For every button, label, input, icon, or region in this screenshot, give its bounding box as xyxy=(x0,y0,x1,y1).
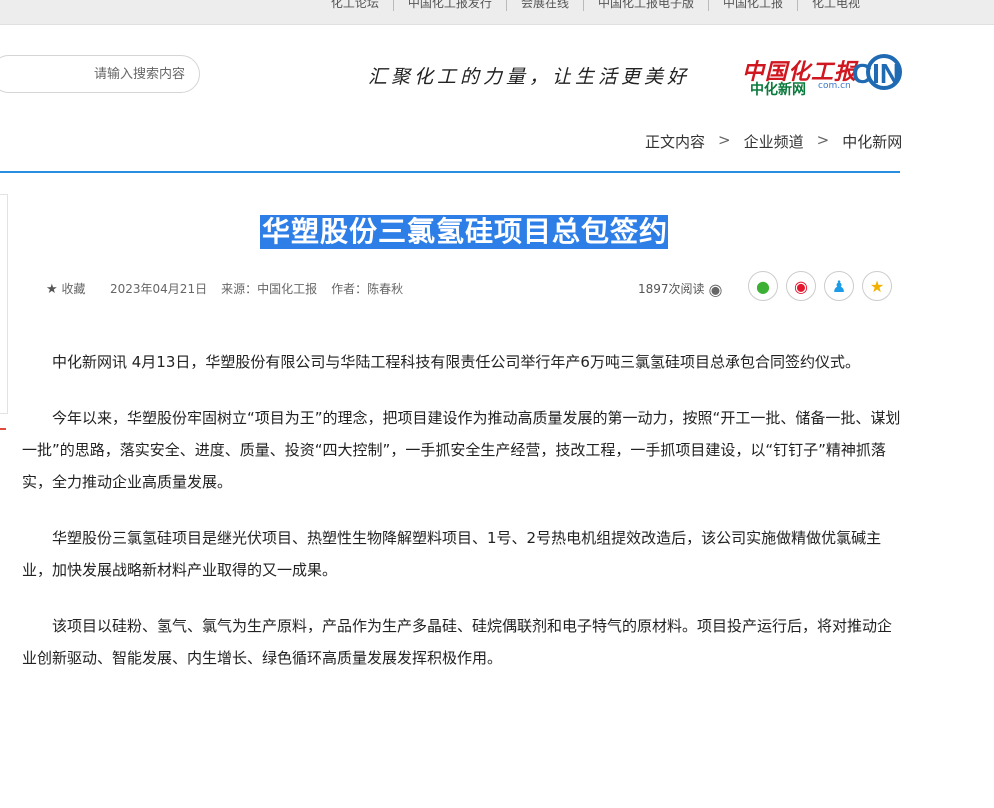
search-input[interactable] xyxy=(5,56,187,92)
logo-badge-icon: CIN xyxy=(850,52,902,96)
search-box[interactable] xyxy=(0,55,200,93)
breadcrumb: 中化新网 > 企业频道 > 正文内容 xyxy=(640,131,907,152)
top-link-expo[interactable]: 会展在线 xyxy=(507,0,584,11)
logo-name: 中化新网 xyxy=(750,82,806,98)
top-bar: 化工电视 中国化工报 中国化工报电子版 会展在线 中国化工报发行 化工论坛 xyxy=(0,0,994,25)
breadcrumb-separator: > xyxy=(718,131,731,149)
top-link-subscribe[interactable]: 中国化工报发行 xyxy=(394,0,507,11)
top-link-epaper[interactable]: 中国化工报电子版 xyxy=(584,0,709,11)
site-logo[interactable]: 中国化工报 中化新网 com.cn CIN xyxy=(742,52,902,98)
breadcrumb-underline xyxy=(0,171,900,173)
top-link-tv[interactable]: 化工电视 xyxy=(798,0,874,11)
article-paragraph: 华塑股份三氯氢硅项目是继光伏项目、热塑性生物降解塑料项目、1号、2号热电机组提效… xyxy=(22,529,882,579)
breadcrumb-current: 正文内容 xyxy=(645,133,706,151)
wechat-icon[interactable]: ● xyxy=(748,271,778,301)
view-count-text: 1897次阅读 xyxy=(638,282,705,296)
collect-button[interactable]: ★ 收藏 xyxy=(46,280,86,297)
article-meta: 作者：陈春秋 来源：中国化工报 2023年04月21日 xyxy=(110,280,403,297)
site-slogan: 汇聚化工的力量，让生活更美好 xyxy=(368,66,691,88)
logo-domain: com.cn xyxy=(818,81,851,91)
article-source: 来源：中国化工报 xyxy=(221,282,318,296)
eye-icon: ◉ xyxy=(708,280,723,299)
collect-label: 收藏 xyxy=(61,282,86,296)
logo-badge-text: CIN xyxy=(851,58,901,89)
article-author: 作者：陈春秋 xyxy=(331,282,404,296)
breadcrumb-channel[interactable]: 企业频道 xyxy=(744,131,804,152)
top-link-newspaper[interactable]: 中国化工报 xyxy=(709,0,798,11)
top-link-forum[interactable]: 化工论坛 xyxy=(317,0,394,11)
share-bar: ★ ♟ ◉ ● xyxy=(748,271,892,301)
star-icon: ★ xyxy=(46,282,58,297)
article-body: 中化新网讯 4月13日，华塑股份有限公司与华陆工程科技有限责任公司举行年产6万吨… xyxy=(22,346,906,698)
top-links: 化工电视 中国化工报 中国化工报电子版 会展在线 中国化工报发行 化工论坛 xyxy=(317,0,874,11)
breadcrumb-home[interactable]: 中化新网 xyxy=(842,131,902,152)
qq-icon[interactable]: ♟ xyxy=(824,271,854,301)
article-paragraph: 该项目以硅粉、氢气、氯气为生产原料，产品作为生产多晶硅、硅烷偶联剂和电子特气的原… xyxy=(22,617,893,667)
star-icon[interactable]: ★ xyxy=(862,271,892,301)
article-paragraph: 今年以来，华塑股份牢固树立“项目为王”的理念，把项目建设作为推动高质量发展的第一… xyxy=(22,409,901,491)
view-count: 1897次阅读 ◉ xyxy=(638,280,723,299)
weibo-icon[interactable]: ◉ xyxy=(786,271,816,301)
breadcrumb-separator: > xyxy=(816,131,830,149)
left-sidebar-edge xyxy=(0,194,8,414)
article-title: 华塑股份三氯氢硅项目总包签约 xyxy=(260,215,669,249)
article-paragraph: 中化新网讯 4月13日，华塑股份有限公司与华陆工程科技有限责任公司举行年产6万吨… xyxy=(52,353,860,371)
article-date: 2023年04月21日 xyxy=(110,282,208,296)
left-accent-line xyxy=(0,428,6,430)
